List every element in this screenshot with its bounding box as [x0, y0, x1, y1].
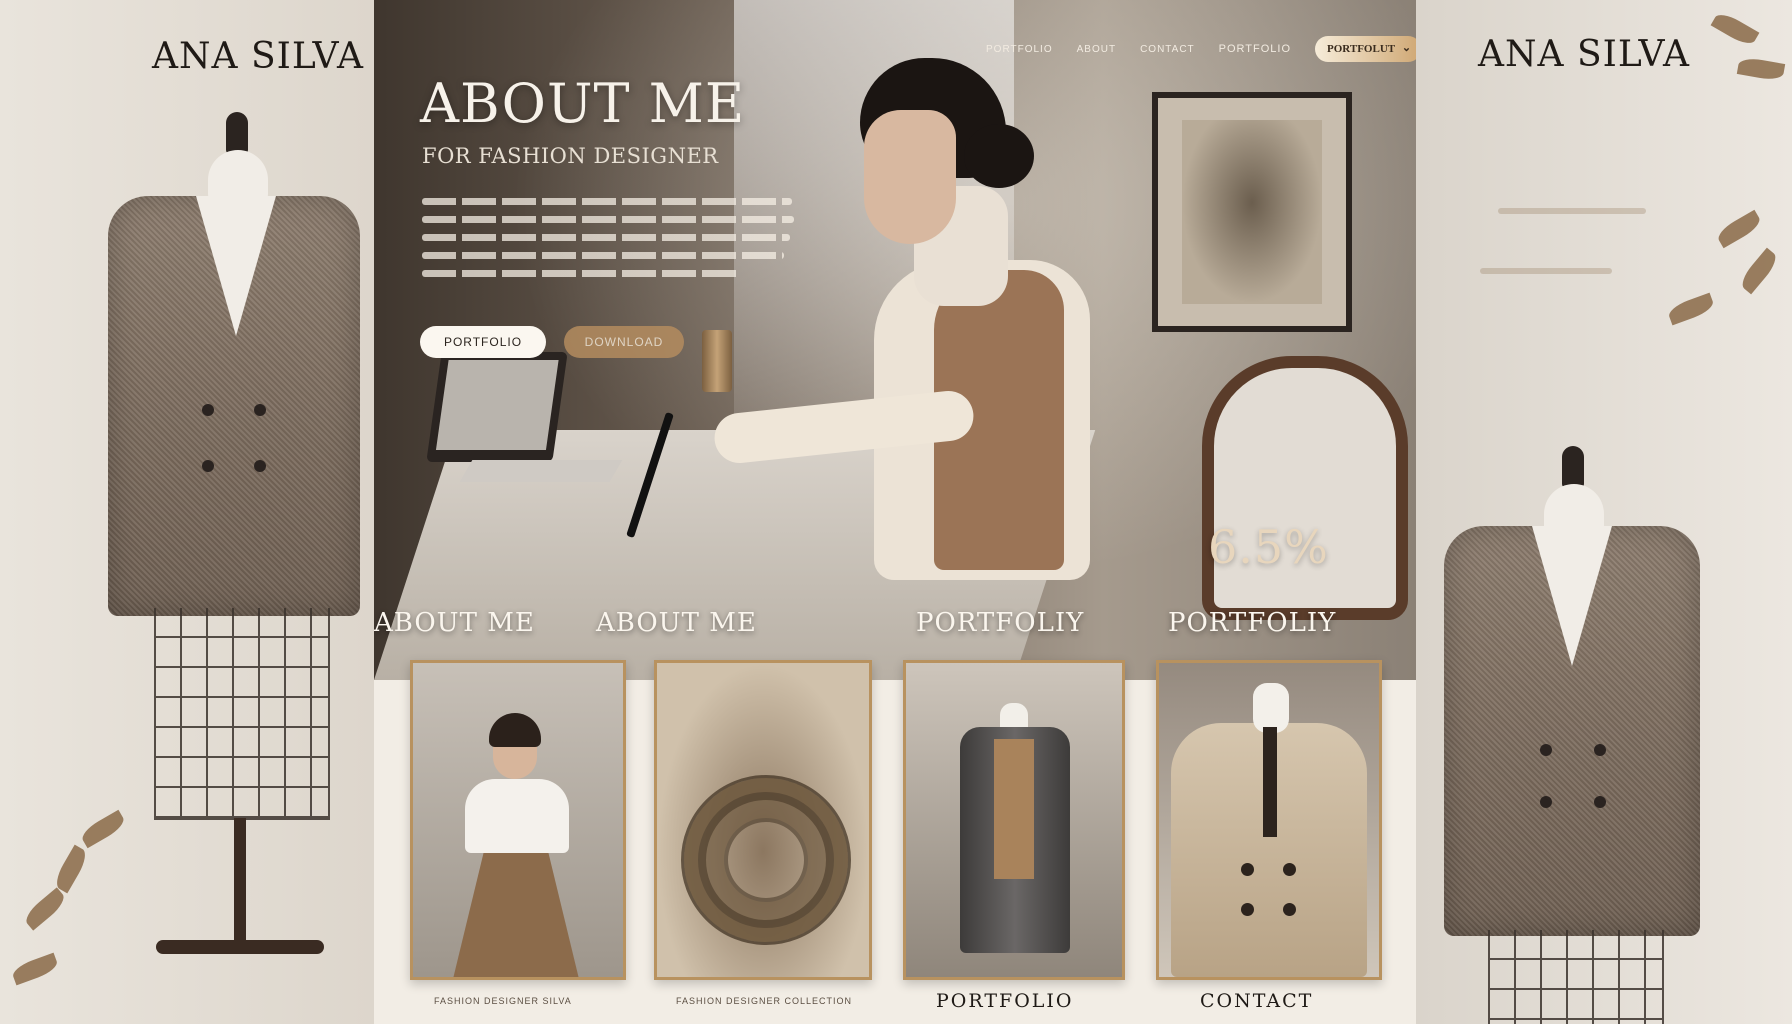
nav-item-portfolio-2[interactable]: PORTFOLIO [1219, 43, 1291, 55]
card-designer-portrait[interactable] [410, 660, 626, 980]
card-textile-art[interactable] [654, 660, 872, 980]
candle-image [702, 330, 732, 392]
card-caption-contact[interactable]: CONTACT [1200, 990, 1313, 1012]
card-caption-1: FASHION DESIGNER SILVA [434, 996, 572, 1006]
leaf-decoration-icon [78, 809, 128, 849]
leaf-decoration-icon [1714, 209, 1764, 249]
page-subtitle: FOR FASHION DESIGNER [422, 144, 719, 168]
section-label-about-1[interactable]: ABOUT ME [374, 608, 535, 638]
section-label-portfolio-2[interactable]: PORTFOLIY [1168, 608, 1336, 638]
top-nav: PORTFOLIO ABOUT CONTACT PORTFOLIO PORTFO… [986, 36, 1416, 62]
faded-text-line [1480, 268, 1612, 274]
card-jacket[interactable] [1156, 660, 1382, 980]
brand-logo-right[interactable]: ANA SILVA [1478, 34, 1690, 75]
bio-paragraph [422, 198, 794, 288]
chair-image [1202, 356, 1408, 620]
nav-cta-label: PORTFOLUT [1327, 43, 1396, 55]
card-coat[interactable] [903, 660, 1125, 980]
nav-cta-button[interactable]: PORTFOLUT ⌄ [1315, 36, 1416, 62]
leaf-decoration-icon [51, 844, 91, 894]
leaf-decoration-icon [1736, 56, 1786, 82]
leaf-decoration-icon [21, 887, 69, 931]
section-label-portfolio-1[interactable]: PORTFOLIY [916, 608, 1084, 638]
leaf-decoration-icon [1737, 247, 1781, 295]
nav-item-about[interactable]: ABOUT [1077, 44, 1116, 55]
portfolio-button[interactable]: PORTFOLIO [420, 326, 546, 358]
left-panel: ANA SILVA [0, 0, 374, 1024]
stat-figure: 6.5% [1208, 520, 1329, 574]
laptop-base [459, 460, 623, 482]
laptop-image [426, 352, 568, 462]
chevron-down-icon: ⌄ [1401, 42, 1412, 54]
download-button[interactable]: DOWNLOAD [564, 326, 684, 358]
card-caption-2: FASHION DESIGNER COLLECTION [676, 996, 853, 1006]
faded-text-line [1498, 208, 1646, 214]
nav-item-portfolio[interactable]: PORTFOLIO [986, 44, 1053, 55]
leaf-decoration-icon [10, 952, 60, 986]
hero-section: ABOUT ME FOR FASHION DESIGNER PORTFOLIO … [374, 0, 1416, 680]
leaf-decoration-icon [1666, 292, 1716, 326]
nav-item-contact[interactable]: CONTACT [1140, 44, 1195, 55]
card-caption-portfolio[interactable]: PORTFOLIO [936, 990, 1073, 1012]
brand-logo-left[interactable]: ANA SILVA [152, 36, 364, 77]
section-label-about-2[interactable]: ABOUT ME [596, 608, 757, 638]
leaf-decoration-icon [1710, 9, 1760, 49]
framed-artwork [1152, 92, 1352, 332]
page-title: ABOUT ME [420, 72, 746, 135]
right-panel: ANA SILVA [1416, 0, 1792, 1024]
